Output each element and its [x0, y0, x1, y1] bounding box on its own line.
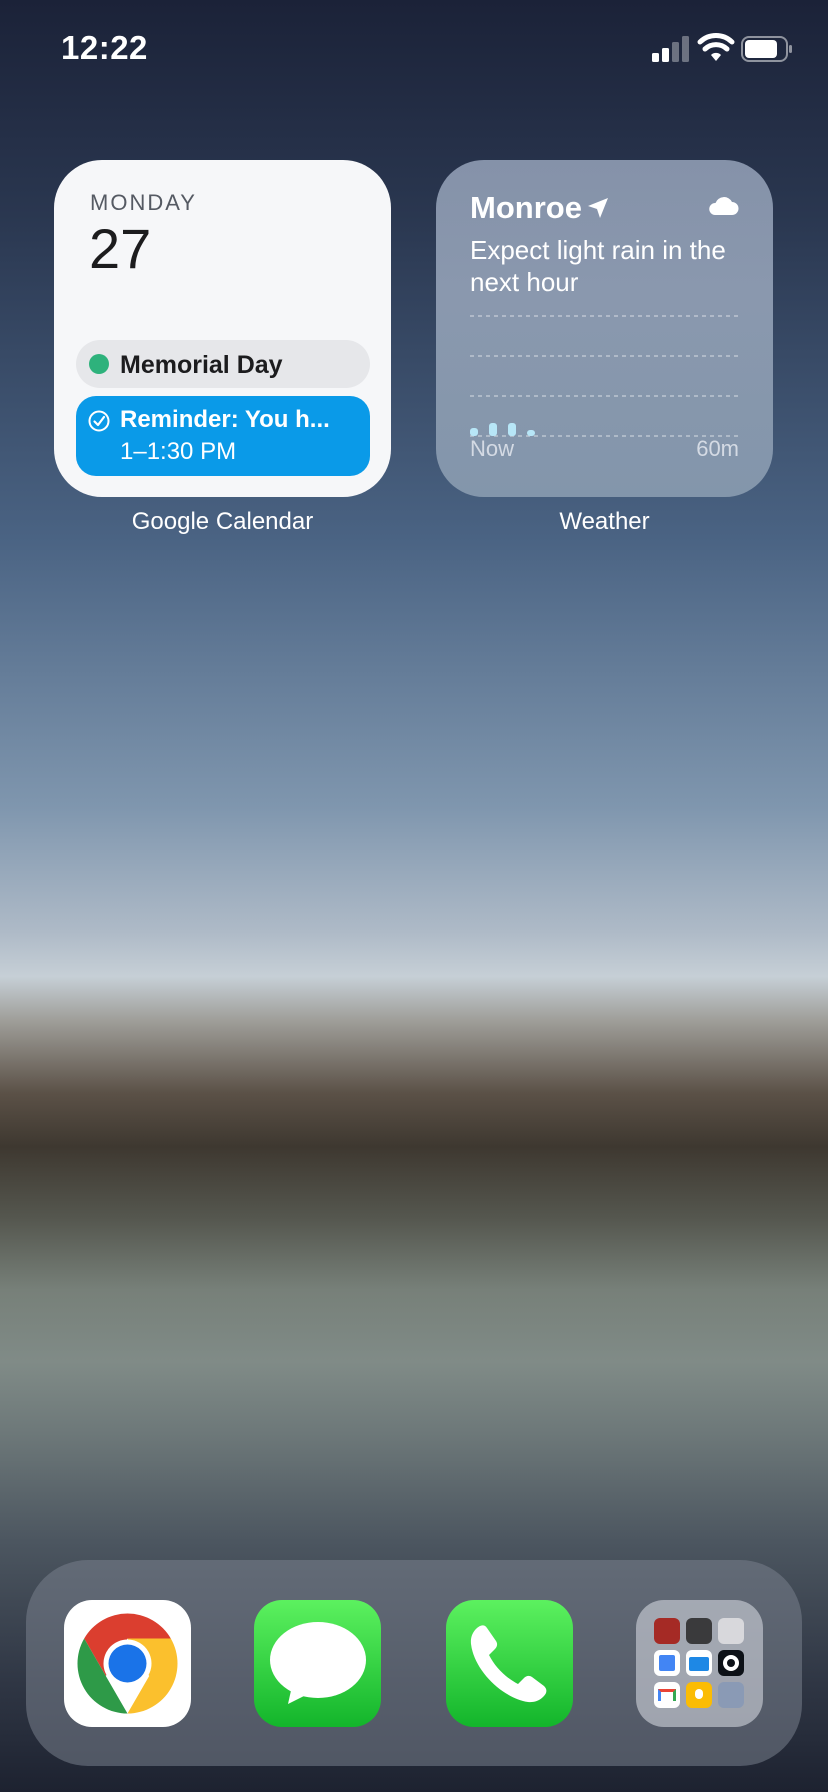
location-arrow-icon — [588, 198, 608, 218]
battery-icon — [741, 36, 792, 62]
precip-bar — [527, 430, 535, 436]
github-app-icon — [718, 1650, 744, 1676]
weather-city: Monroe — [470, 190, 582, 225]
bible-app-icon — [654, 1618, 680, 1644]
cloud-icon — [709, 197, 739, 215]
precip-bar — [470, 428, 478, 436]
google-calendar-widget[interactable]: MONDAY 27 Memorial Day Reminder: You h..… — [54, 160, 391, 497]
weather-description: Expect light rain in the next hour — [470, 235, 726, 297]
wifi-icon — [697, 33, 735, 61]
chrome-icon — [77, 1613, 178, 1714]
messages-app-button[interactable] — [254, 1600, 381, 1727]
cellular-signal-icon — [652, 36, 689, 62]
calendar-weekday: MONDAY — [90, 190, 197, 215]
docs-app-icon — [654, 1650, 680, 1676]
calculator-app-icon — [686, 1618, 712, 1644]
app-folder-button[interactable] — [636, 1600, 763, 1727]
dock — [26, 1560, 802, 1766]
gmail-app-icon — [654, 1682, 680, 1708]
calendar-widget-label: Google Calendar — [131, 508, 314, 535]
holiday-event[interactable]: Memorial Day — [76, 340, 370, 388]
event-title: Reminder: You h... — [120, 406, 330, 433]
event-time: 1–1:30 PM — [120, 438, 237, 465]
camera-app-icon — [718, 1618, 744, 1644]
weather-widget[interactable]: Monroe Expect light rain in the next hou… — [436, 160, 773, 497]
calendar-date: 27 — [89, 217, 152, 280]
calendar-event[interactable]: Reminder: You h... 1–1:30 PM — [76, 396, 370, 476]
weather-widget-label: Weather — [559, 508, 650, 535]
holiday-dot-icon — [89, 354, 109, 374]
chrome-app-button[interactable] — [64, 1600, 191, 1727]
holiday-label: Memorial Day — [120, 351, 283, 379]
precip-bar — [489, 423, 497, 436]
reminder-check-icon — [88, 410, 110, 432]
phone-app-button[interactable] — [446, 1600, 573, 1727]
code-app-icon — [718, 1682, 744, 1708]
keep-app-icon — [686, 1682, 712, 1708]
phone-icon — [470, 1625, 547, 1703]
chart-axis-start: Now — [470, 436, 515, 461]
status-bar: 12:22 — [0, 0, 828, 100]
precip-bar — [508, 423, 516, 436]
status-time: 12:22 — [61, 29, 148, 66]
files-app-icon — [686, 1650, 712, 1676]
messages-icon — [270, 1622, 366, 1704]
chart-axis-end: 60m — [696, 436, 739, 461]
